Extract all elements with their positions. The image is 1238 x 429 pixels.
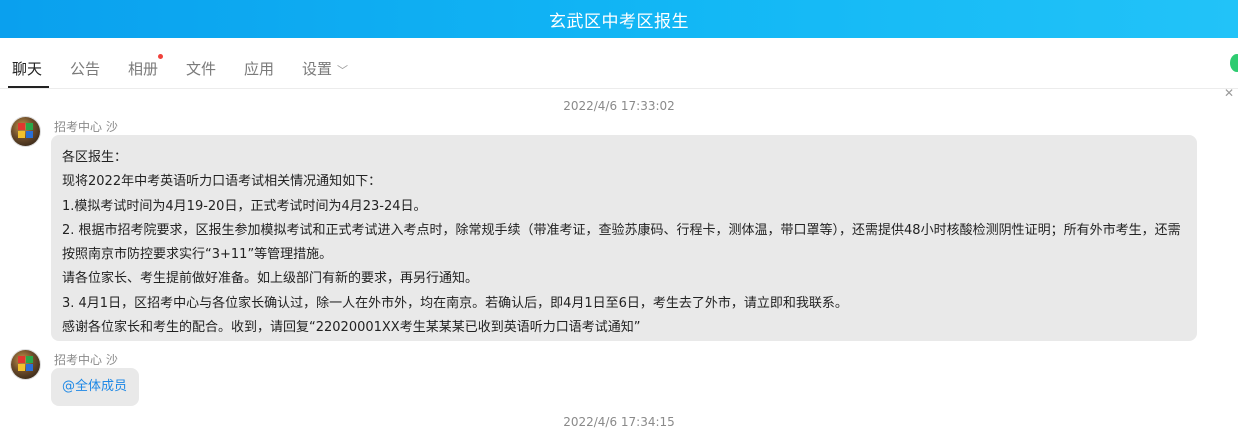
message-line: 按照南京市防控要求实行“3+11”等管理措施。 bbox=[62, 247, 333, 263]
avatar[interactable] bbox=[11, 117, 40, 146]
tab-settings-label: 设置 bbox=[302, 60, 333, 78]
avatar[interactable] bbox=[11, 350, 40, 379]
tab-files[interactable]: 文件 bbox=[186, 58, 216, 79]
message-line: 各区报生： bbox=[62, 150, 128, 165]
message-bubble[interactable]: @全体成员 bbox=[51, 368, 139, 406]
window-title: 玄武区中考区报生 bbox=[549, 11, 689, 32]
message-line: 感谢各位家长和考生的配合。收到，请回复“22020001XX考生某某某已收到英语… bbox=[62, 320, 641, 336]
message-line: 请各位家长、考生提前做好准备。如上级部门有新的要求，再另行通知。 bbox=[62, 271, 479, 287]
tab-bar: 聊天 公告 相册 文件 应用 设置 ﹀ bbox=[0, 38, 1238, 89]
sender-name[interactable]: 招考中心 沙 bbox=[54, 118, 118, 135]
mention-all-link[interactable]: @全体成员 bbox=[62, 379, 127, 394]
active-tab-indicator bbox=[8, 86, 49, 88]
message-timestamp: 2022/4/6 17:33:02 bbox=[563, 99, 675, 113]
message-bubble[interactable]: 各区报生： 现将2022年中考英语听力口语考试相关情况通知如下： 1.模拟考试时… bbox=[51, 135, 1197, 341]
message-line: 2. 根据市招考院要求，区报生参加模拟考试和正式考试进入考点时，除常规手续（带准… bbox=[62, 222, 1181, 238]
message-line: 1.模拟考试时间为4月19-20日，正式考试时间为4月23-24日。 bbox=[62, 198, 427, 214]
tab-apps[interactable]: 应用 bbox=[244, 58, 274, 79]
tab-settings[interactable]: 设置 ﹀ bbox=[302, 58, 348, 79]
notification-badge bbox=[158, 54, 163, 59]
title-bar: 玄武区中考区报生 bbox=[0, 0, 1238, 38]
sender-name[interactable]: 招考中心 沙 bbox=[54, 351, 118, 368]
message-line: 3. 4月1日，区招考中心与各位家长确认过，除一人在外市外，均在南京。若确认后，… bbox=[62, 295, 848, 311]
chevron-down-icon: ﹀ bbox=[337, 64, 349, 77]
tab-chat[interactable]: 聊天 bbox=[12, 58, 42, 79]
message-timestamp: 2022/4/6 17:34:15 bbox=[563, 415, 675, 429]
message-line: 现将2022年中考英语听力口语考试相关情况通知如下： bbox=[62, 174, 382, 190]
tab-album[interactable]: 相册 bbox=[128, 58, 158, 79]
tab-announcement[interactable]: 公告 bbox=[70, 58, 100, 79]
